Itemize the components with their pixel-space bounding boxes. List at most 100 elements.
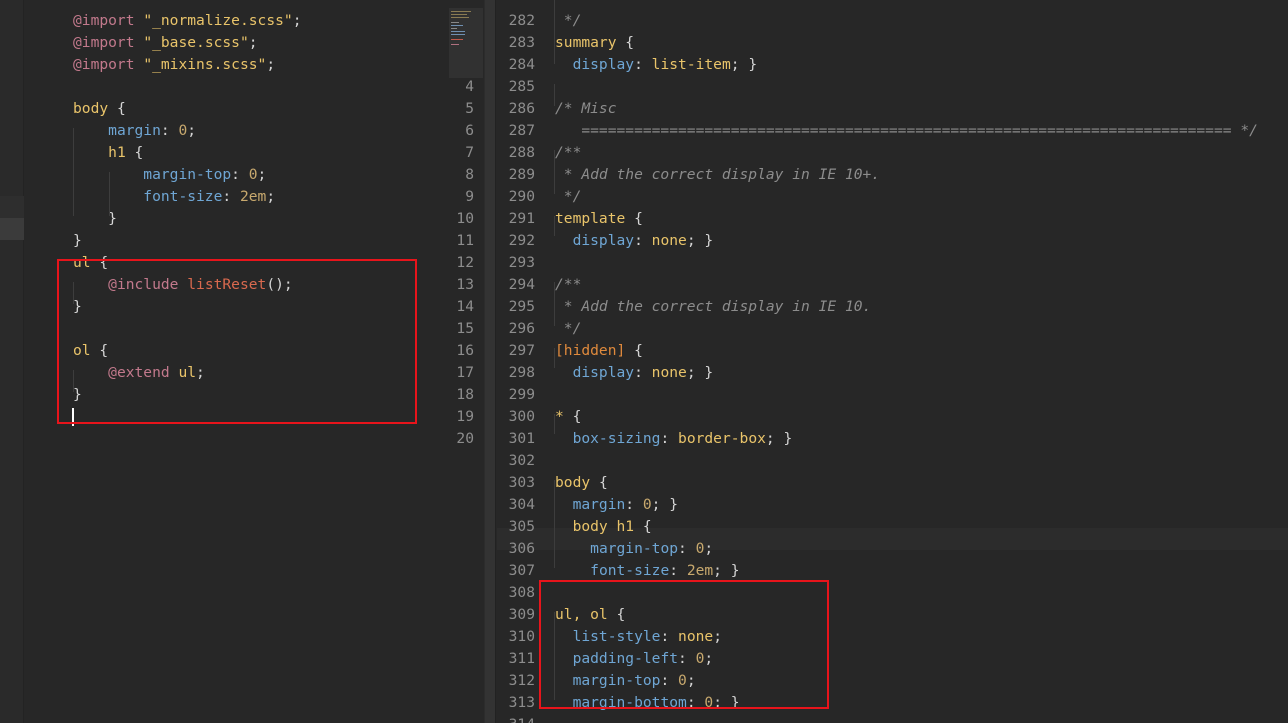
line-number: 308 — [508, 584, 535, 601]
code-token: summary — [555, 34, 617, 51]
code-line[interactable] — [555, 76, 1288, 98]
code-line[interactable]: /** — [555, 274, 1288, 296]
code-line[interactable]: @import "_base.scss"; — [73, 32, 484, 54]
code-token: ; — [266, 56, 276, 73]
line-number: 313 — [508, 694, 535, 711]
code-line[interactable]: } — [73, 230, 484, 252]
code-token: "_base.scss" — [143, 34, 249, 51]
code-line[interactable]: body { — [555, 472, 1288, 494]
code-line[interactable]: font-size: 2em; } — [555, 560, 1288, 582]
code-line[interactable] — [73, 428, 484, 450]
code-line[interactable]: margin-top: 0; — [73, 164, 484, 186]
code-token: ; — [266, 188, 276, 205]
code-line[interactable]: body h1 { — [555, 516, 1288, 538]
code-line[interactable]: ========================================… — [555, 120, 1288, 142]
line-number: 288 — [508, 144, 535, 161]
code-line[interactable]: @import "_mixins.scss"; — [73, 54, 484, 76]
line-number: 300 — [508, 408, 535, 425]
code-line[interactable]: summary { — [555, 32, 1288, 54]
code-line[interactable]: display: none; } — [555, 362, 1288, 384]
minimap[interactable] — [449, 8, 483, 78]
code-line[interactable] — [73, 76, 484, 98]
code-token: "_mixins.scss" — [143, 56, 267, 73]
code-token: : — [634, 364, 652, 381]
code-line[interactable] — [555, 714, 1288, 723]
code-token: none — [651, 364, 687, 381]
code-line[interactable]: /** — [555, 142, 1288, 164]
code-line[interactable]: @import "_normalize.scss"; — [73, 10, 484, 32]
line-number: 299 — [508, 386, 535, 403]
minimap-line — [451, 31, 465, 32]
code-token: border-box — [678, 430, 766, 447]
code-token: @import — [73, 12, 135, 29]
line-number: 306 — [508, 540, 535, 557]
code-line[interactable]: margin: 0; — [73, 120, 484, 142]
indent-guide — [109, 172, 110, 216]
indent-guide — [554, 150, 555, 194]
code-token: */ — [555, 320, 582, 337]
code-line[interactable]: font-size: 2em; — [73, 186, 484, 208]
gutter-marker — [0, 196, 24, 218]
minimap-line — [451, 34, 465, 35]
code-line[interactable]: display: list-item; } — [555, 54, 1288, 76]
line-number: 282 — [508, 12, 535, 29]
code-token: /* Misc — [555, 100, 617, 117]
code-token: { — [625, 210, 643, 227]
line-number: 290 — [508, 188, 535, 205]
outer-gutter — [0, 0, 24, 723]
code-line[interactable]: */ — [555, 186, 1288, 208]
line-number: 297 — [508, 342, 535, 359]
line-number: 298 — [508, 364, 535, 381]
code-line[interactable]: box-sizing: border-box; } — [555, 428, 1288, 450]
minimap-line — [451, 22, 459, 23]
highlight-box-scss — [57, 259, 417, 424]
line-number: 305 — [508, 518, 535, 535]
code-token: box-sizing — [572, 430, 661, 447]
code-line[interactable] — [555, 252, 1288, 274]
line-number: 285 — [508, 78, 535, 95]
code-line[interactable]: */ — [555, 10, 1288, 32]
code-token: 2em — [686, 562, 714, 579]
code-line[interactable] — [555, 384, 1288, 406]
line-number: 311 — [508, 650, 535, 667]
code-token: ; } — [765, 430, 793, 447]
code-line[interactable]: template { — [555, 208, 1288, 230]
code-token: { — [625, 342, 643, 359]
code-line[interactable]: body { — [73, 98, 484, 120]
code-line[interactable]: */ — [555, 318, 1288, 340]
code-token: : — [660, 430, 679, 447]
code-line[interactable]: /* Misc — [555, 98, 1288, 120]
line-number: 287 — [508, 122, 535, 139]
code-token: ; } — [686, 232, 714, 249]
line-number: 296 — [508, 320, 535, 337]
line-number: 294 — [508, 276, 535, 293]
code-token: font-size — [143, 188, 223, 205]
code-token: /** — [555, 276, 582, 293]
code-token: body h1 — [572, 518, 635, 535]
code-token: ; } — [730, 56, 758, 73]
code-line[interactable]: [hidden] { — [555, 340, 1288, 362]
code-token: { — [563, 408, 582, 425]
code-line[interactable]: h1 { — [73, 142, 484, 164]
line-number: 302 — [508, 452, 535, 469]
line-number: 283 — [508, 34, 535, 51]
code-token: display — [572, 232, 635, 249]
line-number: 286 — [508, 100, 535, 117]
pane-splitter[interactable] — [484, 0, 496, 723]
code-line[interactable]: margin: 0; } — [555, 494, 1288, 516]
code-line[interactable]: display: none; } — [555, 230, 1288, 252]
code-line[interactable]: * Add the correct display in IE 10. — [555, 296, 1288, 318]
indent-guide — [554, 84, 555, 106]
code-line[interactable]: * { — [555, 406, 1288, 428]
code-token: : — [222, 188, 240, 205]
code-token: { — [590, 474, 608, 491]
code-line[interactable]: margin-top: 0; — [555, 538, 1288, 560]
code-token: /** — [555, 144, 582, 161]
code-line[interactable]: } — [73, 208, 484, 230]
code-line[interactable]: * Add the correct display in IE 10+. — [555, 164, 1288, 186]
code-line[interactable] — [555, 450, 1288, 472]
